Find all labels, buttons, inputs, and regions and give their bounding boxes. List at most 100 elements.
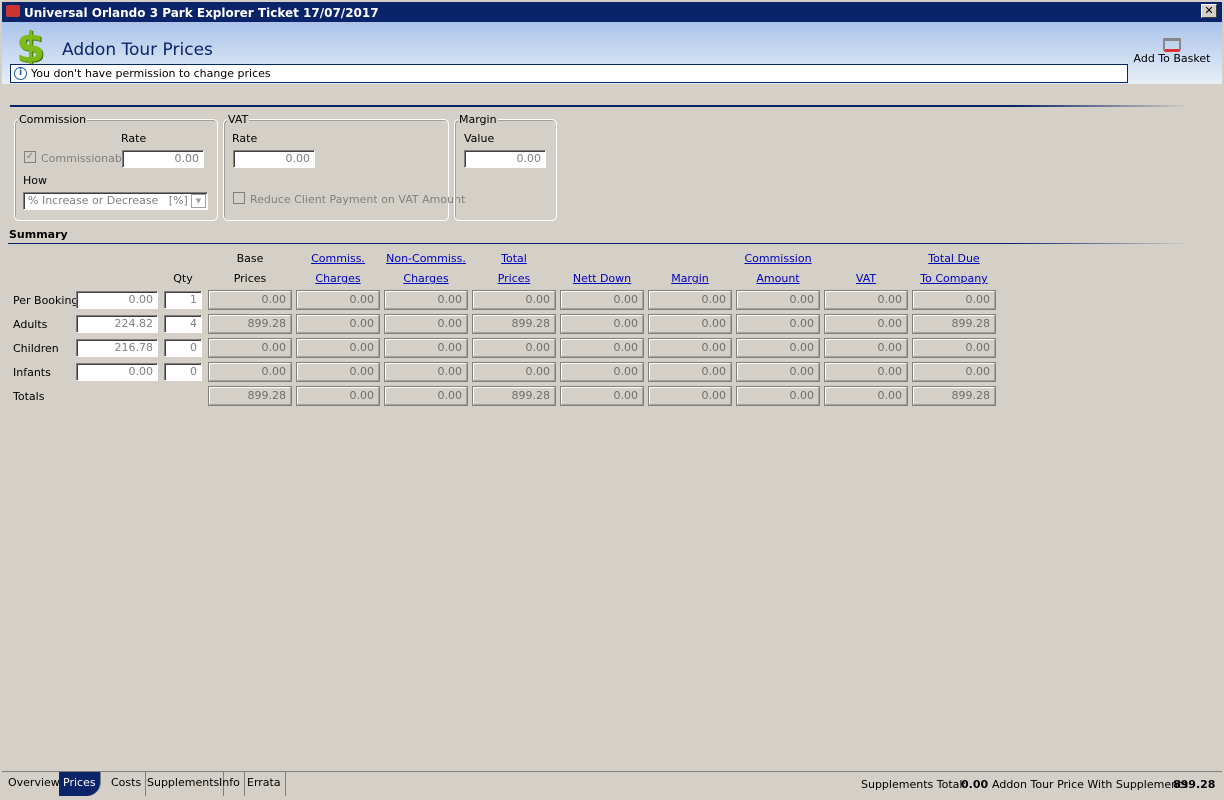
summary-cell: 0.00: [736, 290, 820, 310]
column-header: Qty: [173, 272, 193, 285]
summary-cell: 0.00: [824, 314, 908, 334]
commissionable-checkbox[interactable]: ✓: [24, 151, 36, 163]
summary-cell: 0.00: [736, 386, 820, 406]
add-to-basket-label: Add To Basket: [1133, 52, 1211, 65]
column-header[interactable]: To Company: [913, 272, 995, 285]
summary-cell: 0.00: [824, 290, 908, 310]
summary-cell: 0.00: [296, 314, 380, 334]
column-header[interactable]: Commission: [737, 252, 819, 265]
reduce-vat-checkbox[interactable]: [233, 192, 245, 204]
summary-cell: 0.00: [384, 338, 468, 358]
how-select[interactable]: % Increase or Decrease [%]: [23, 192, 208, 210]
summary-cell[interactable]: 0: [164, 339, 202, 357]
summary-cell: 0.00: [472, 290, 556, 310]
summary-cell: 0.00: [560, 314, 644, 334]
row-label: Children: [13, 342, 59, 355]
column-header[interactable]: Nett Down: [561, 272, 643, 285]
vat-rate-input[interactable]: 0.00: [233, 150, 315, 168]
add-to-basket-button[interactable]: Add To Basket: [1132, 38, 1212, 65]
summary-title: Summary: [9, 228, 68, 241]
margin-value-label: Value: [464, 132, 495, 145]
summary-cell: 0.00: [648, 290, 732, 310]
summary-cell: 0.00: [912, 362, 996, 382]
summary-cell: 0.00: [648, 362, 732, 382]
column-header[interactable]: Total Due: [913, 252, 995, 265]
summary-cell[interactable]: 0: [164, 363, 202, 381]
summary-cell[interactable]: 224.82: [76, 315, 158, 333]
row-label: Adults: [13, 318, 48, 331]
summary-cell: 0.00: [384, 290, 468, 310]
commission-rate-input[interactable]: 0.00: [122, 150, 204, 168]
summary-cell[interactable]: 0.00: [76, 291, 158, 309]
summary-cell: 0.00: [296, 290, 380, 310]
divider: [10, 105, 1190, 107]
summary-cell: 0.00: [912, 338, 996, 358]
summary-cell: 0.00: [736, 314, 820, 334]
column-header[interactable]: Charges: [385, 272, 467, 285]
column-header[interactable]: Charges: [297, 272, 379, 285]
summary-cell: 0.00: [472, 338, 556, 358]
permission-info-bar: You don't have permission to change pric…: [10, 64, 1128, 83]
summary-cell: 899.28: [912, 314, 996, 334]
summary-cell: 0.00: [296, 386, 380, 406]
column-header[interactable]: Total: [473, 252, 555, 265]
summary-cell: 0.00: [560, 362, 644, 382]
column-header[interactable]: Margin: [649, 272, 731, 285]
tab-costs[interactable]: Costs: [107, 772, 147, 796]
summary-cell: 0.00: [736, 362, 820, 382]
row-label: Infants: [13, 366, 51, 379]
tab-errata[interactable]: Errata: [243, 772, 286, 796]
row-label: Totals: [13, 390, 45, 403]
summary-cell[interactable]: 1: [164, 291, 202, 309]
margin-legend: Margin: [458, 113, 498, 126]
row-label: Per Booking: [13, 294, 79, 307]
summary-cell[interactable]: 216.78: [76, 339, 158, 357]
close-button[interactable]: ✕: [1201, 4, 1217, 18]
column-header[interactable]: Non-Commiss.: [385, 252, 467, 265]
chevron-down-icon[interactable]: ▼: [191, 194, 206, 208]
how-label: How: [23, 174, 47, 187]
summary-cell: 0.00: [384, 362, 468, 382]
summary-cell: 0.00: [648, 386, 732, 406]
summary-cell: 0.00: [296, 362, 380, 382]
window-titlebar: Universal Orlando 3 Park Explorer Ticket…: [0, 0, 1224, 22]
commissionable-label: Commissionable: [41, 152, 132, 165]
vat-legend: VAT: [227, 113, 250, 126]
app-icon: [6, 5, 20, 17]
summary-cell: 0.00: [736, 338, 820, 358]
price-with-supplements-value: 899.28: [1173, 778, 1216, 791]
tab-info[interactable]: Info: [215, 772, 245, 796]
summary-cell: 0.00: [208, 290, 292, 310]
column-header: Base: [236, 252, 264, 265]
tab-supplements[interactable]: Supplements: [143, 772, 225, 796]
commission-rate-label: Rate: [121, 132, 147, 145]
column-header: Prices: [233, 272, 267, 285]
summary-cell: 899.28: [208, 314, 292, 334]
summary-cell: 0.00: [648, 338, 732, 358]
summary-cell[interactable]: 0.00: [76, 363, 158, 381]
supplements-total-label: Supplements Total:: [861, 778, 967, 791]
summary-cell: 899.28: [472, 386, 556, 406]
column-header[interactable]: Prices: [473, 272, 555, 285]
summary-cell: 0.00: [824, 386, 908, 406]
summary-cell: 0.00: [472, 362, 556, 382]
summary-cell: 0.00: [912, 290, 996, 310]
column-header[interactable]: Commiss.: [297, 252, 379, 265]
summary-cell: 0.00: [648, 314, 732, 334]
summary-cell: 0.00: [384, 386, 468, 406]
summary-divider: [8, 243, 1190, 244]
tab-prices[interactable]: Prices: [59, 772, 101, 796]
summary-cell: 899.28: [472, 314, 556, 334]
tab-overview[interactable]: Overview: [4, 772, 65, 796]
summary-cell: 0.00: [560, 338, 644, 358]
summary-cell: 0.00: [560, 386, 644, 406]
margin-value-input[interactable]: 0.00: [464, 150, 546, 168]
vat-rate-label: Rate: [232, 132, 258, 145]
reduce-vat-label: Reduce Client Payment on VAT Amount: [250, 193, 466, 206]
summary-cell: 899.28: [208, 386, 292, 406]
column-header[interactable]: VAT: [825, 272, 907, 285]
column-header[interactable]: Amount: [737, 272, 819, 285]
summary-cell[interactable]: 4: [164, 315, 202, 333]
info-icon: i: [14, 67, 27, 80]
summary-cell: 0.00: [824, 338, 908, 358]
